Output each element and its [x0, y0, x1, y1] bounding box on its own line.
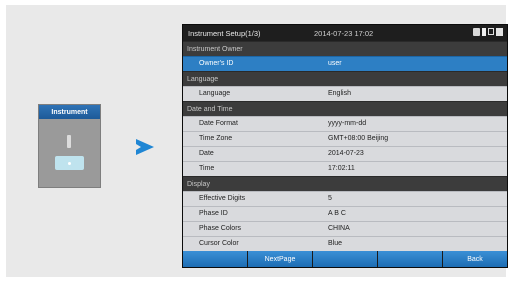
- softkey-empty[interactable]: [313, 251, 377, 267]
- setting-row[interactable]: Owner's ID user: [183, 56, 507, 71]
- section-header: Display: [183, 176, 507, 191]
- setting-value: user: [328, 60, 342, 67]
- softkey-back[interactable]: Back: [443, 251, 507, 267]
- sd-card-icon: [488, 28, 494, 35]
- setting-value: 17:02:11: [328, 165, 355, 172]
- setting-label: Time Zone: [199, 135, 233, 142]
- setting-value: GMT+08:00 Beijing: [328, 135, 389, 142]
- softkey-bar: NextPage Back: [183, 251, 507, 267]
- setting-label: Effective Digits: [199, 195, 246, 202]
- setting-label: Time: [199, 165, 215, 172]
- setting-row[interactable]: Date 2014-07-23: [183, 146, 507, 161]
- screen-title: Instrument Setup(1/3): [188, 29, 261, 38]
- setting-value: 2014-07-23: [328, 150, 364, 157]
- section-header: Language: [183, 71, 507, 86]
- setting-row[interactable]: Time 17:02:11: [183, 161, 507, 176]
- instrument-screen: Instrument Setup(1/3) 2014-07-23 17:02 I…: [182, 24, 508, 268]
- instrument-card: Instrument: [38, 104, 101, 188]
- instrument-button[interactable]: [55, 156, 84, 170]
- usb-icon: [482, 28, 486, 36]
- softkey-empty[interactable]: [378, 251, 442, 267]
- setting-label: Date Format: [199, 120, 238, 127]
- setting-value: English: [328, 90, 351, 97]
- setting-label: Phase ID: [199, 210, 228, 217]
- section-header: Instrument Owner: [183, 41, 507, 56]
- settings-list: Instrument Owner Owner's ID user Language La…: [183, 41, 507, 251]
- setting-row[interactable]: Date Format yyyy-mm-dd: [183, 116, 507, 131]
- setting-row[interactable]: Time Zone GMT+08:00 Beijing: [183, 131, 507, 146]
- setting-row[interactable]: Phase Colors CHINA: [183, 221, 507, 236]
- datetime: 2014-07-23 17:02: [314, 29, 374, 38]
- setting-value: Blue: [328, 240, 343, 247]
- arrow-right-icon: [136, 139, 154, 155]
- status-icons: [473, 28, 503, 36]
- setting-row[interactable]: Effective Digits 5: [183, 191, 507, 206]
- setting-value: 5: [328, 195, 332, 202]
- setting-label: Phase Colors: [199, 225, 242, 232]
- lock-icon: [473, 28, 480, 36]
- setting-value: CHINA: [328, 225, 350, 232]
- instrument-label: Instrument: [39, 105, 100, 119]
- setting-label: Cursor Color: [199, 240, 239, 247]
- setting-row[interactable]: Phase ID A B C: [183, 206, 507, 221]
- battery-icon: [496, 28, 503, 36]
- softkey-nextpage[interactable]: NextPage: [248, 251, 312, 267]
- title-bar: Instrument Setup(1/3) 2014-07-23 17:02: [183, 25, 507, 41]
- softkey-empty[interactable]: [183, 251, 247, 267]
- setting-value: A B C: [328, 210, 346, 217]
- instrument-slot: [67, 135, 71, 148]
- setting-value: yyyy-mm-dd: [328, 120, 367, 127]
- section-header: Date and Time: [183, 101, 507, 116]
- setting-label: Language: [199, 90, 231, 97]
- setting-label: Date: [199, 150, 214, 157]
- setting-row[interactable]: Language English: [183, 86, 507, 101]
- setting-label: Owner's ID: [199, 60, 234, 67]
- setting-row[interactable]: Cursor Color Blue: [183, 236, 507, 251]
- button-dot: [68, 162, 71, 165]
